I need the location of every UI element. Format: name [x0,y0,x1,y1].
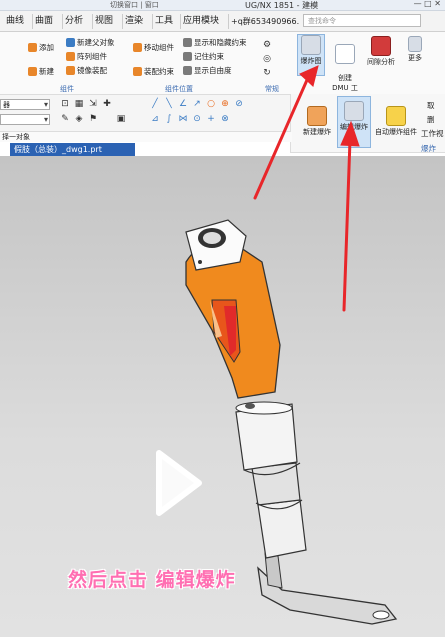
file-tab[interactable]: 假肢（总装）_dwg1.prt [10,143,135,156]
color-icon[interactable]: ✎ [60,114,70,124]
auto-explode-icon [386,106,406,126]
cancel-explode-button[interactable]: 取 [427,100,435,111]
file-tab-label: 假肢（总装）_dwg1.prt [14,145,102,154]
show-dof-button[interactable]: 显示自由度 [183,65,232,76]
dmu-icon [335,44,355,64]
filter-icon[interactable]: ▦ [74,99,84,109]
group-label-position: 组件位置 [165,85,193,93]
new-explode-icon [307,106,327,126]
eye-icon [183,38,192,47]
delete-explode-button[interactable]: 删 [427,114,435,125]
assembly-constraint-button[interactable]: 装配约束 [133,66,174,77]
select-icon[interactable]: ⊡ [60,99,70,109]
tab-render[interactable]: 渲染 [122,14,145,29]
add-component-button[interactable]: 添加 [28,42,54,53]
new-component-button[interactable]: 新建 [28,66,54,77]
window-title: UG/NX 1851 - 建模 [245,1,319,10]
scope-dropdown[interactable] [0,114,50,125]
remember-icon [183,52,192,61]
explode-view-button[interactable]: 爆炸图 [297,34,325,76]
mirror-icon [66,66,75,75]
explode-group-label: 爆炸 [421,144,436,153]
quadrant-snap-icon[interactable]: ⊙ [192,114,202,124]
explode-panel: 新建爆炸 编辑爆炸 自动爆炸组件 取 删 工作视 爆炸 [290,94,445,153]
group-id-label: +q群653490966. [228,14,301,29]
new-explode-button[interactable]: 新建爆炸 [301,106,333,146]
type-filter-dropdown[interactable]: 器 [0,99,50,110]
video-caption: 然后点击 编辑爆炸 [68,569,236,591]
parent-icon [66,38,75,47]
constraint-icon [133,67,142,76]
arc-snap-icon[interactable]: ↗ [192,99,202,109]
center-snap-icon[interactable]: ⊕ [220,99,230,109]
group-label-component: 组件 [60,85,74,93]
ribbon: 添加 新建 新建父对象 阵列组件 镜像装配 移动组件 装配约束 显示和隐藏约束 … [0,32,445,95]
cube-icon[interactable]: ▣ [116,114,126,124]
more-icon [408,36,422,52]
plus-snap-icon[interactable]: + [206,114,216,124]
end-snap-icon[interactable]: ⊘ [234,99,244,109]
gear-icon[interactable]: ⚙ [262,40,272,50]
point-snap-icon[interactable]: ⊿ [150,114,160,124]
menu-bar: 曲线 曲面 分析 视图 渲染 工具 应用模块 +q群653490966. 查找命… [0,11,445,32]
move-icon [133,43,142,52]
window-controls[interactable]: — □ ✕ [414,0,441,8]
workview-label: 工作视 [421,129,444,138]
play-button-icon[interactable] [153,449,203,517]
edit-explode-button[interactable]: 编辑爆炸 [337,96,371,148]
circle-snap-icon[interactable]: ○ [206,99,216,109]
arrow-icon[interactable]: ↻ [262,68,272,78]
pick-icon[interactable]: ⇲ [88,99,98,109]
explode-view-icon [301,35,321,55]
snap-icon[interactable]: ✚ [102,99,112,109]
interference-icon [371,36,391,56]
new-parent-button[interactable]: 新建父对象 [66,37,115,48]
angle-snap-icon[interactable]: ∠ [178,99,188,109]
line-snap-icon[interactable]: ╱ [150,99,160,109]
more-button[interactable]: 更多 [404,36,426,72]
group-label-general: 常规 [265,85,279,93]
tab-applications[interactable]: 应用模块 [180,14,221,29]
layer-icon[interactable]: ◈ [74,114,84,124]
mirror-assembly-button[interactable]: 镜像装配 [66,65,107,76]
remember-constraints-button[interactable]: 记住约束 [183,51,224,62]
add-icon [28,43,37,52]
tab-tools[interactable]: 工具 [152,14,175,29]
tangent-snap-icon[interactable]: ∫ [164,114,174,124]
flag-icon[interactable]: ⚑ [88,114,98,124]
create-dmu-button[interactable]: 创建 DMU 工 [330,36,360,92]
link-icon[interactable]: ◎ [262,54,272,64]
diag-snap-icon[interactable]: ╲ [164,99,174,109]
face-snap-icon[interactable]: ⊗ [220,114,230,124]
show-hide-constraints-button[interactable]: 显示和隐藏约束 [183,37,247,48]
tab-analysis[interactable]: 分析 [62,14,85,29]
tab-curve[interactable]: 曲线 [4,14,26,29]
move-component-button[interactable]: 移动组件 [133,42,174,53]
auto-explode-button[interactable]: 自动爆炸组件 [373,106,419,146]
array-component-button[interactable]: 阵列组件 [66,51,107,62]
status-hint: 择一对象 [0,132,292,142]
tab-surface[interactable]: 曲面 [32,14,55,29]
command-search-input[interactable]: 查找命令 [303,14,421,27]
quick-access[interactable]: 切换窗口 | 窗口 [110,0,159,10]
interference-analysis-button[interactable]: 间隙分析 [364,36,398,72]
array-icon [66,52,75,61]
title-bar: 切换窗口 | 窗口 UG/NX 1851 - 建模 — □ ✕ [0,0,445,11]
dof-icon [183,66,192,75]
edit-explode-icon [344,101,364,121]
selection-toolbar: 器 ⊡ ▦ ⇲ ✚ ✎ ◈ ⚑ ▣ ╱ ╲ ∠ ↗ ○ ⊕ ⊘ ⊿ ∫ ⋈ ⊙ … [0,95,290,132]
new-icon [28,67,37,76]
tab-view[interactable]: 视图 [92,14,115,29]
intersect-snap-icon[interactable]: ⋈ [178,114,188,124]
